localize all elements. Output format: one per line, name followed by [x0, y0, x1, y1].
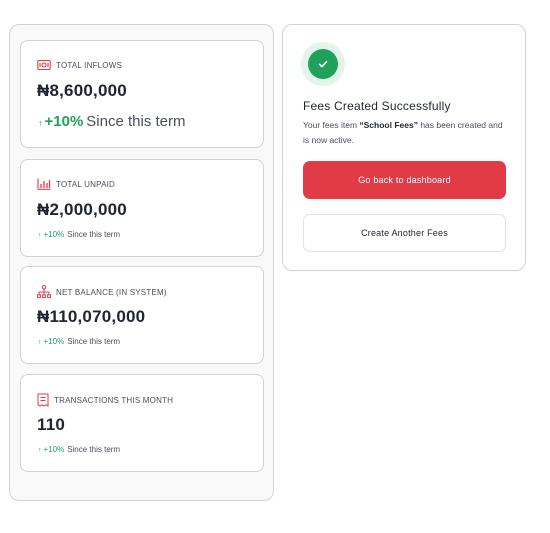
- bar-chart-icon: [37, 178, 51, 190]
- stat-label: TOTAL INFLOWS: [56, 60, 123, 70]
- stat-label-row: NET BALANCE (IN SYSTEM): [37, 285, 167, 299]
- stat-label-row: TOTAL UNPAID: [37, 178, 115, 190]
- stat-label: TOTAL UNPAID: [56, 179, 116, 189]
- change-period: Since this term: [67, 445, 121, 454]
- money-icon: [37, 59, 51, 71]
- message-prefix: Your fees item: [303, 120, 360, 130]
- change-percent: +10%: [44, 113, 84, 130]
- stat-label-row: TRANSACTIONS THIS MONTH: [37, 393, 173, 407]
- check-circle-icon: [308, 49, 338, 79]
- stat-label: TRANSACTIONS THIS MONTH: [54, 395, 174, 405]
- stat-card-transactions: TRANSACTIONS THIS MONTH 110 ↑ +10% Since…: [20, 374, 264, 472]
- stat-value: 110: [37, 415, 66, 434]
- receipt-icon: [37, 393, 49, 407]
- stat-change: ↑ +10% Since this term: [38, 230, 120, 239]
- stat-label-row: TOTAL INFLOWS: [37, 59, 122, 71]
- arrow-up-icon: ↑: [38, 339, 42, 346]
- hierarchy-icon: [37, 285, 51, 299]
- fee-item-name: “School Fees”: [359, 120, 418, 130]
- success-message: Your fees item “School Fees” has been cr…: [303, 118, 508, 148]
- stat-change: ↑ +10% Since this term: [38, 445, 120, 454]
- change-percent: +10%: [43, 337, 65, 346]
- arrow-up-icon: ↑: [38, 447, 42, 454]
- change-period: Since this term: [86, 113, 186, 130]
- stat-change: ↑ +10% Since this term: [38, 113, 186, 130]
- change-period: Since this term: [67, 230, 121, 239]
- success-dialog: Fees Created Successfully Your fees item…: [282, 24, 526, 271]
- back-to-dashboard-button[interactable]: Go back to dashboard: [303, 161, 506, 199]
- stat-value: ₦2,000,000: [37, 200, 127, 219]
- stat-card-net-balance: NET BALANCE (IN SYSTEM) ₦110,070,000 ↑ +…: [20, 266, 264, 364]
- stat-label: NET BALANCE (IN SYSTEM): [56, 287, 167, 297]
- change-percent: +10%: [43, 230, 65, 239]
- success-badge: [301, 42, 345, 86]
- change-period: Since this term: [67, 337, 121, 346]
- change-percent: +10%: [43, 445, 65, 454]
- arrow-up-icon: ↑: [38, 118, 43, 128]
- stat-value: ₦110,070,000: [37, 307, 146, 326]
- arrow-up-icon: ↑: [38, 232, 42, 239]
- success-title: Fees Created Successfully: [303, 99, 451, 113]
- stat-change: ↑ +10% Since this term: [38, 337, 120, 346]
- stats-panel: TOTAL INFLOWS ₦8,600,000 ↑ +10% Since th…: [9, 24, 274, 501]
- stat-card-total-unpaid: TOTAL UNPAID ₦2,000,000 ↑ +10% Since thi…: [20, 159, 264, 257]
- create-another-fees-button[interactable]: Create Another Fees: [303, 214, 506, 252]
- stat-card-total-inflows: TOTAL INFLOWS ₦8,600,000 ↑ +10% Since th…: [20, 40, 264, 148]
- stat-value: ₦8,600,000: [37, 81, 127, 100]
